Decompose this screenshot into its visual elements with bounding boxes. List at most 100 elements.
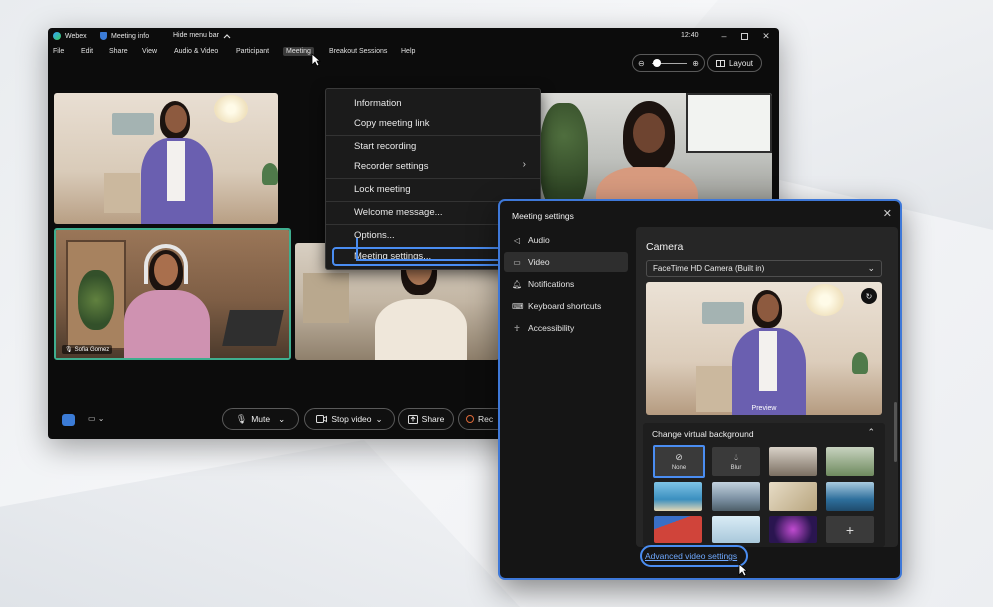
share-label: Share — [421, 414, 445, 424]
menu-item-welcome-message[interactable]: Welcome message... — [354, 207, 443, 218]
participant-face — [633, 113, 665, 153]
nav-accessibility[interactable]: ☥ Accessibility — [504, 318, 628, 338]
chevron-down-icon[interactable]: ⌄ — [376, 414, 383, 425]
webex-logo: Webex — [53, 32, 87, 40]
close-window-button[interactable]: ✕ — [760, 30, 772, 42]
zoom-in-icon[interactable]: ⊕ — [692, 59, 699, 68]
camera-select-value: FaceTime HD Camera (Built in) — [653, 264, 765, 273]
zoom-out-icon[interactable]: ⊖ — [638, 59, 645, 68]
nav-audio[interactable]: ◁ Audio — [504, 230, 628, 250]
menu-item-recorder-settings[interactable]: Recorder settings — [354, 161, 428, 172]
background-option-galaxy[interactable] — [769, 516, 817, 543]
nav-accessibility-label: Accessibility — [528, 323, 575, 333]
minimize-button[interactable]: – — [718, 30, 730, 42]
participant-body — [375, 299, 467, 360]
menu-item-lock-meeting[interactable]: Lock meeting — [354, 184, 411, 195]
plant — [262, 163, 278, 185]
menu-item-information[interactable]: Information — [354, 98, 402, 109]
virtual-background-title: Change virtual background — [652, 429, 754, 439]
menu-divider — [326, 178, 540, 179]
menu-file[interactable]: File — [53, 48, 64, 55]
menu-item-options[interactable]: Options... — [354, 230, 395, 241]
bell-icon: 🔔︎ — [512, 279, 523, 289]
mute-label: Mute — [251, 414, 271, 424]
video-camera-icon — [316, 415, 328, 423]
shield-icon — [100, 32, 107, 40]
video-camera-icon: ▭ — [513, 257, 521, 267]
assistant-icon[interactable] — [62, 414, 75, 426]
nav-keyboard-shortcuts-label: Keyboard shortcuts — [528, 301, 602, 311]
virtual-background-section: Change virtual background ⌃ ⊘ None 💧︎ Bl… — [643, 423, 885, 547]
stop-video-label: Stop video — [331, 414, 372, 424]
video-tile[interactable] — [54, 93, 278, 224]
background-option-garden[interactable] — [826, 447, 874, 476]
chevron-down-icon[interactable]: ⌄ — [278, 414, 285, 425]
participant-name: Sofia Gomez — [74, 346, 110, 353]
background-option-lake[interactable] — [826, 482, 874, 511]
background-option-mountains[interactable] — [712, 482, 760, 511]
chat-menu-button[interactable]: ▭ ⌄ — [88, 414, 105, 423]
background-option-blur[interactable]: 💧︎ Blur — [712, 447, 760, 476]
desk — [104, 173, 140, 213]
plant — [852, 352, 868, 374]
zoom-slider-knob[interactable] — [653, 59, 661, 67]
maximize-icon — [740, 32, 748, 40]
menu-item-copy-meeting-link[interactable]: Copy meeting link — [354, 118, 430, 129]
background-option-none[interactable]: ⊘ None — [653, 445, 705, 478]
background-option-abstract[interactable] — [654, 516, 702, 543]
grid-layout-icon — [715, 59, 725, 67]
participant-face — [165, 105, 187, 133]
mute-button[interactable]: 🎙 Mute ⌄ — [222, 408, 299, 430]
menu-help[interactable]: Help — [401, 48, 415, 55]
chevron-down-icon: ⌄ — [867, 263, 875, 273]
zoom-control[interactable]: ⊖ ⊕ — [632, 54, 705, 72]
close-icon: ✕ — [762, 30, 770, 41]
video-tile-active-speaker[interactable]: 🎙 Sofia Gomez — [54, 228, 291, 360]
meeting-settings-dialog: Meeting settings ✕ ◁ Audio ▭ Video 🔔︎ No… — [498, 199, 902, 580]
laptop — [222, 310, 284, 346]
share-icon — [407, 414, 418, 424]
pendant-lamp — [214, 95, 248, 123]
menu-edit[interactable]: Edit — [81, 48, 93, 55]
nav-video[interactable]: ▭ Video — [504, 252, 628, 272]
hide-menu-bar-label: Hide menu bar — [173, 32, 219, 39]
background-option-snow[interactable] — [712, 516, 760, 543]
chevron-up-icon[interactable]: ⌃ — [867, 427, 875, 438]
keyboard-icon: ⌨ — [512, 301, 524, 311]
menu-breakout-sessions[interactable]: Breakout Sessions — [329, 48, 387, 55]
background-option-beach[interactable] — [654, 482, 702, 511]
menu-participant[interactable]: Participant — [236, 48, 269, 55]
minimize-icon: – — [721, 31, 727, 41]
add-background-button[interactable]: + — [826, 516, 874, 543]
scrollbar[interactable] — [894, 402, 897, 462]
layout-button[interactable]: Layout — [707, 54, 762, 72]
menu-audio-video[interactable]: Audio & Video — [174, 48, 218, 55]
camera-select[interactable]: FaceTime HD Camera (Built in) ⌄ — [646, 260, 882, 277]
participant-shirt — [759, 331, 777, 391]
maximize-button[interactable] — [738, 30, 750, 42]
hide-menu-bar-button[interactable]: Hide menu bar — [173, 32, 231, 39]
menu-meeting[interactable]: Meeting — [283, 47, 314, 56]
menu-view[interactable]: View — [142, 48, 157, 55]
close-dialog-button[interactable]: ✕ — [883, 207, 892, 220]
participant-name-tag: 🎙 Sofia Gomez — [62, 345, 113, 354]
background-option-room[interactable] — [769, 447, 817, 476]
connector-line — [356, 238, 358, 260]
nav-keyboard-shortcuts[interactable]: ⌨ Keyboard shortcuts — [504, 296, 628, 316]
accessibility-icon: ☥ — [514, 323, 520, 333]
nav-notifications[interactable]: 🔔︎ Notifications — [504, 274, 628, 294]
menu-item-start-recording[interactable]: Start recording — [354, 141, 416, 152]
mouse-cursor-icon — [311, 53, 321, 67]
rotate-camera-button[interactable]: ↻ — [861, 288, 877, 304]
window-frame — [686, 93, 772, 153]
stop-video-button[interactable]: Stop video ⌄ — [304, 408, 395, 430]
meeting-info-button[interactable]: Meeting info — [100, 32, 149, 40]
layout-label: Layout — [728, 58, 754, 68]
background-option-shadows[interactable] — [769, 482, 817, 511]
share-button[interactable]: Share — [398, 408, 454, 430]
advanced-video-settings-link[interactable]: Advanced video settings — [645, 551, 737, 561]
menu-divider — [326, 135, 540, 136]
chevron-right-icon: › — [522, 159, 526, 170]
pendant-lamp — [806, 284, 844, 316]
menu-share[interactable]: Share — [109, 48, 128, 55]
